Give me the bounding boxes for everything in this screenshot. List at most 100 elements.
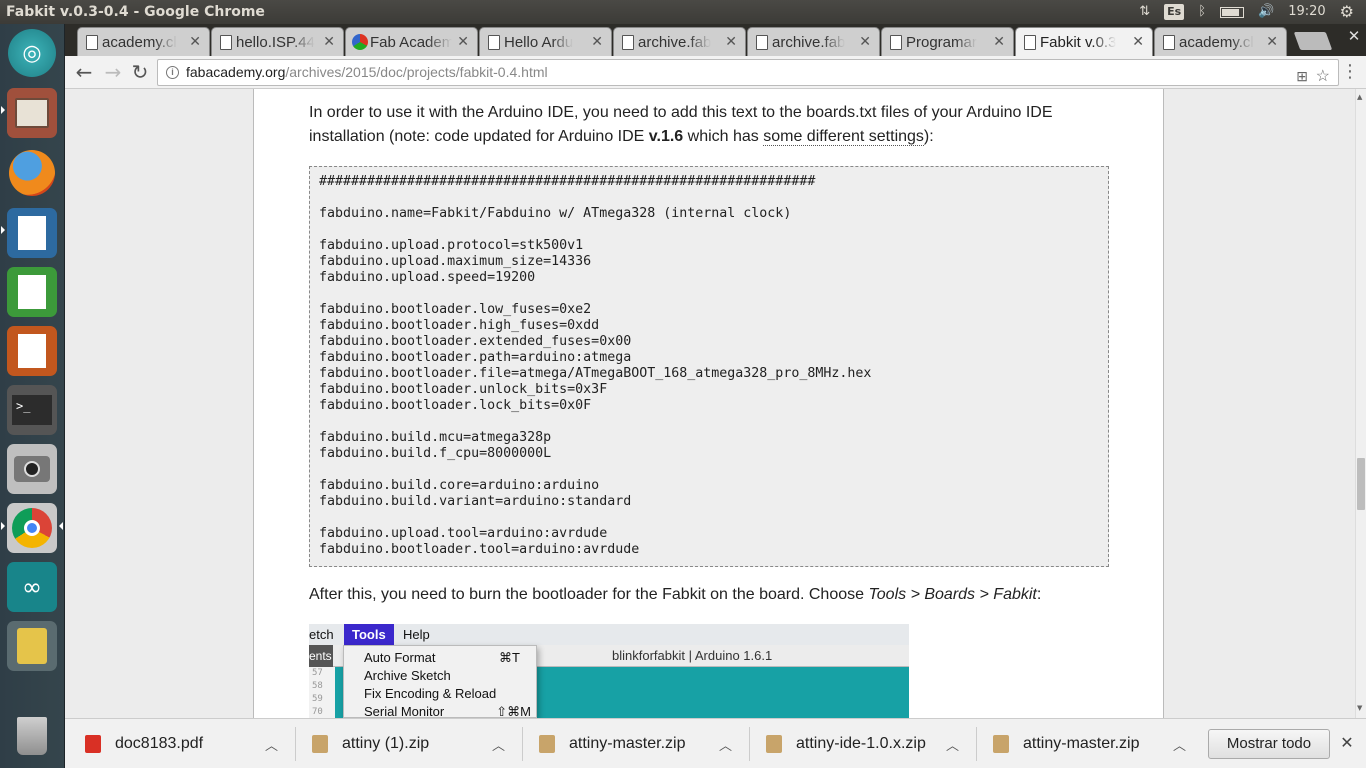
tab-close-icon[interactable]: ✕ (725, 33, 737, 50)
chevron-up-icon[interactable]: ︿ (1173, 735, 1186, 754)
chrome-menu-icon[interactable]: ⋮ (1341, 62, 1359, 82)
volume-icon[interactable]: 🔊 (1258, 0, 1274, 24)
page-icon (622, 35, 634, 50)
boards-txt-code-block: ########################################… (309, 166, 1109, 567)
battery-icon[interactable] (1220, 6, 1244, 18)
bootloader-paragraph: After this, you need to burn the bootloa… (309, 586, 1042, 603)
camera-app-icon[interactable] (7, 444, 57, 494)
article-column: In order to use it with the Arduino IDE,… (253, 89, 1164, 718)
new-tab-button[interactable] (1293, 32, 1333, 50)
zip-file-icon (993, 735, 1009, 753)
close-shelf-icon[interactable]: ✕ (1337, 733, 1357, 753)
window-close-icon[interactable]: ✕ (1344, 27, 1364, 47)
tab-close-icon[interactable]: ✕ (591, 33, 603, 50)
network-arrows-icon[interactable]: ⇅ (1139, 0, 1150, 24)
browser-toolbar: ← → ↻ i fabacademy.org/archives/2015/doc… (65, 56, 1366, 89)
scrollbar-thumb[interactable] (1357, 458, 1365, 510)
window-title: Fabkit v.0.3-0.4 - Google Chrome (6, 4, 265, 20)
tab-academy-1[interactable]: academy.cl ✕ (77, 27, 210, 56)
page-icon (1163, 35, 1175, 50)
zip-file-icon (539, 735, 555, 753)
terminal-icon[interactable]: >_ (7, 385, 57, 435)
libreoffice-calc-icon[interactable] (7, 267, 57, 317)
menu-item-fix-encoding: Fix Encoding & Reload (364, 686, 497, 701)
files-app-icon[interactable] (7, 88, 57, 138)
tab-archive-2[interactable]: archive.fab ✕ (747, 27, 880, 56)
back-button[interactable]: ← (71, 60, 97, 86)
tab-academy-2[interactable]: academy.cl ✕ (1154, 27, 1287, 56)
gear-icon[interactable]: ⚙ (1340, 0, 1354, 24)
page-icon (86, 35, 98, 50)
clock[interactable]: 19:20 (1288, 0, 1325, 24)
show-all-downloads-button[interactable]: Mostrar todo (1208, 729, 1330, 759)
download-shelf: doc8183.pdf ︿ attiny (1).zip ︿ attiny-ma… (65, 718, 1366, 768)
tab-strip: academy.cl ✕ hello.ISP.44 ✕ Fab Academ ✕… (65, 24, 1366, 56)
tab-hello-isp[interactable]: hello.ISP.44 ✕ (211, 27, 344, 56)
url-path: /archives/2015/doc/projects/fabkit-0.4.h… (285, 64, 548, 80)
tab-programar[interactable]: Programar ✕ (881, 27, 1014, 56)
ubuntu-dash-icon[interactable]: ◎ (8, 29, 56, 77)
scroll-down-icon[interactable]: ▼ (1357, 704, 1362, 712)
download-item[interactable]: attiny-master.zip ︿ (993, 719, 1193, 768)
libreoffice-impress-icon[interactable] (7, 326, 57, 376)
tab-archive-1[interactable]: archive.fab ✕ (613, 27, 746, 56)
ide-menubar: etch Tools Help (309, 624, 909, 645)
forward-button[interactable]: → (100, 60, 126, 86)
download-item[interactable]: attiny-master.zip ︿ (539, 719, 739, 768)
download-item[interactable]: attiny-ide-1.0.x.zip ︿ (766, 719, 966, 768)
arduino-icon[interactable]: ∞ (7, 562, 57, 612)
page-icon (220, 35, 232, 50)
tab-close-icon[interactable]: ✕ (323, 33, 335, 50)
ide-left-fragment: ents (309, 645, 333, 667)
page-viewport: In order to use it with the Arduino IDE,… (65, 89, 1355, 718)
page-icon (1024, 35, 1036, 50)
page-scrollbar[interactable]: ▲ ▼ (1355, 89, 1366, 718)
trash-icon[interactable] (7, 711, 57, 761)
keyboard-layout-indicator[interactable]: Es (1164, 4, 1185, 20)
some-different-settings-link[interactable]: some different settings (763, 128, 924, 146)
tab-close-icon[interactable]: ✕ (457, 33, 469, 50)
chevron-up-icon[interactable]: ︿ (265, 735, 278, 754)
page-icon (756, 35, 768, 50)
ide-line-gutter: 57 58 59 70 (309, 667, 335, 718)
menu-item-archive-sketch: Archive Sketch (364, 668, 451, 683)
page-icon (890, 35, 902, 50)
translate-icon[interactable]: ⊞ (1296, 64, 1308, 89)
tab-close-icon[interactable]: ✕ (1266, 33, 1278, 50)
intro-paragraph: In order to use it with the Arduino IDE,… (309, 104, 1053, 146)
bookmark-star-icon[interactable]: ☆ (1316, 64, 1330, 89)
zip-file-icon (312, 735, 328, 753)
download-item[interactable]: attiny (1).zip ︿ (312, 719, 512, 768)
tab-fab-academy[interactable]: Fab Academ ✕ (345, 27, 478, 56)
libreoffice-writer-icon[interactable] (7, 208, 57, 258)
reload-button[interactable]: ↻ (127, 60, 153, 86)
launcher: ◎ >_ ∞ (0, 24, 65, 768)
zip-file-icon (766, 735, 782, 753)
chrome-icon[interactable] (7, 503, 57, 553)
url-host: fabacademy.org (186, 64, 286, 80)
tools-dropdown: Auto Format ⌘T Archive Sketch Fix Encodi… (343, 645, 537, 718)
menu-item-serial-monitor: Serial Monitor ⇧⌘M (364, 704, 531, 718)
sim-card-app-icon[interactable] (7, 621, 57, 671)
download-item[interactable]: doc8183.pdf ︿ (85, 719, 285, 768)
info-icon[interactable]: i (166, 66, 179, 79)
system-top-bar: Fabkit v.0.3-0.4 - Google Chrome ⇅ Es ᛒ … (0, 0, 1366, 24)
chevron-up-icon[interactable]: ︿ (719, 735, 732, 754)
arduino-tools-menu-screenshot: etch Tools Help blinkforfabkit | Arduino… (309, 624, 909, 718)
tab-hello-arduino[interactable]: Hello Ardu ✕ (479, 27, 612, 56)
chevron-up-icon[interactable]: ︿ (492, 735, 505, 754)
system-tray: ⇅ Es ᛒ 🔊 19:20 ⚙ (1139, 0, 1366, 24)
tab-fabkit-active[interactable]: Fabkit v.0.3 ✕ (1015, 27, 1153, 56)
address-bar[interactable]: i fabacademy.org/archives/2015/doc/proje… (157, 59, 1339, 86)
bluetooth-icon[interactable]: ᛒ (1198, 0, 1206, 24)
fab-lab-logo-icon (352, 34, 368, 50)
chevron-up-icon[interactable]: ︿ (946, 735, 959, 754)
tab-close-icon[interactable]: ✕ (1132, 33, 1144, 50)
scroll-up-icon[interactable]: ▲ (1357, 93, 1362, 101)
firefox-icon[interactable] (7, 148, 57, 198)
menu-item-auto-format: Auto Format ⌘T (364, 650, 520, 665)
tab-close-icon[interactable]: ✕ (189, 33, 201, 50)
tab-close-icon[interactable]: ✕ (993, 33, 1005, 50)
tab-close-icon[interactable]: ✕ (859, 33, 871, 50)
page-icon (488, 35, 500, 50)
